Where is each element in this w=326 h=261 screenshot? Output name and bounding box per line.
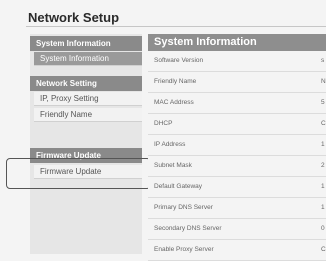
sidebar-header-network-setting: Network Setting	[30, 76, 142, 91]
row-value: 1	[321, 141, 325, 148]
info-row-enable-proxy-server: Enable Proxy Server C	[148, 240, 326, 261]
row-value: 1	[321, 204, 325, 211]
row-label: Default Gateway	[154, 183, 203, 190]
info-row-mac-address: MAC Address 5	[148, 93, 326, 114]
sidebar: System Information System Information Ne…	[30, 34, 142, 254]
row-value: s	[321, 57, 325, 64]
row-label: Enable Proxy Server	[154, 246, 214, 253]
info-row-software-version: Software Version s	[148, 51, 326, 72]
page-title: Network Setup	[28, 10, 120, 25]
info-row-dhcp: DHCP C	[148, 114, 326, 135]
main-section-header: System Information	[148, 34, 326, 51]
row-label: Software Version	[154, 57, 204, 64]
info-row-subnet-mask: Subnet Mask 2	[148, 156, 326, 177]
sidebar-header-system-information: System Information	[30, 36, 142, 51]
info-row-ip-address: IP Address 1	[148, 135, 326, 156]
row-label: DHCP	[154, 120, 173, 127]
sidebar-item-ip-proxy-setting[interactable]: IP, Proxy Setting	[34, 92, 142, 106]
info-row-secondary-dns-server: Secondary DNS Server 0	[148, 219, 326, 240]
row-label: Primary DNS Server	[154, 204, 213, 211]
row-value: C	[321, 246, 326, 253]
row-label: Subnet Mask	[154, 162, 192, 169]
row-value: 1	[321, 183, 325, 190]
sidebar-item-system-information[interactable]: System Information	[34, 52, 142, 66]
firmware-update-highlight-box	[6, 158, 151, 189]
info-row-primary-dns-server: Primary DNS Server 1	[148, 198, 326, 219]
row-value: 5	[321, 99, 325, 106]
row-value: C	[321, 120, 326, 127]
row-value: 2	[321, 162, 325, 169]
row-label: Friendly Name	[154, 78, 197, 85]
row-value: N	[321, 78, 326, 85]
row-label: MAC Address	[154, 99, 194, 106]
sidebar-item-friendly-name[interactable]: Friendly Name	[34, 108, 142, 122]
title-divider	[26, 26, 326, 27]
row-label: Secondary DNS Server	[154, 225, 222, 232]
info-row-default-gateway: Default Gateway 1	[148, 177, 326, 198]
row-value: 0	[321, 225, 325, 232]
info-row-friendly-name: Friendly Name N	[148, 72, 326, 93]
row-label: IP Address	[154, 141, 186, 148]
